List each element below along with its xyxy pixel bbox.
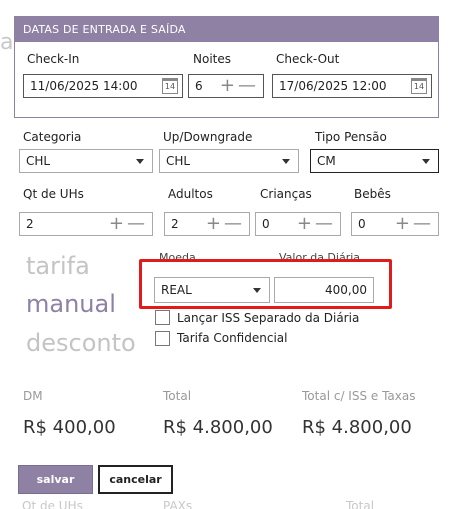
mode-desconto[interactable]: desconto (26, 329, 136, 357)
total-iss-value: R$ 4.800,00 (302, 417, 412, 438)
criancas-plus-minus-icon[interactable]: +— (297, 214, 336, 234)
criancas-stepper[interactable]: 0 +— (255, 212, 341, 236)
confidencial-label: Tarifa Confidencial (177, 331, 288, 345)
iss-label: Lançar ISS Separado da Diária (177, 311, 360, 325)
mode-manual[interactable]: manual (26, 290, 116, 318)
qtuhs-value: 2 (26, 217, 34, 231)
calendar-icon[interactable]: 14 (411, 78, 427, 94)
updown-label: Up/Downgrade (163, 130, 253, 144)
categoria-label: Categoria (23, 130, 82, 144)
dates-section: DATAS DE ENTRADA E SAÍDA Check-In 11/06/… (14, 16, 439, 118)
mode-tarifa[interactable]: tarifa (26, 252, 90, 280)
tariff-dialog: DATAS DE ENTRADA E SAÍDA Check-In 11/06/… (0, 0, 451, 509)
highlight-box (139, 259, 392, 309)
bebes-stepper[interactable]: 0 +— (351, 212, 439, 236)
calendar-icon[interactable]: 14 (162, 78, 178, 94)
pensao-value: CM (317, 154, 336, 168)
categoria-value: CHL (26, 154, 51, 168)
adultos-stepper[interactable]: 2 +— (164, 212, 250, 236)
total-iss-label: Total c/ ISS e Taxas (302, 389, 416, 403)
bebes-label: Bebês (354, 187, 391, 201)
adultos-plus-minus-icon[interactable]: +— (206, 214, 245, 234)
checkin-field[interactable]: 11/06/2025 14:00 14 (23, 74, 183, 98)
nights-label: Noites (193, 52, 231, 66)
dm-value: R$ 400,00 (23, 417, 116, 438)
chevron-down-icon (422, 159, 430, 164)
dm-label: DM (23, 389, 43, 403)
save-button[interactable]: salvar (18, 465, 93, 494)
nights-plus-minus-icon[interactable]: +— (220, 76, 259, 96)
qtuhs-label: Qt de UHs (23, 187, 84, 201)
qtuhs-plus-minus-icon[interactable]: +— (109, 214, 148, 234)
updown-value: CHL (166, 154, 191, 168)
cancel-button[interactable]: cancelar (98, 465, 173, 494)
checkout-value: 17/06/2025 12:00 (279, 79, 387, 93)
pensao-label: Tipo Pensão (315, 130, 387, 144)
total-label: Total (163, 389, 192, 403)
criancas-label: Crianças (260, 187, 312, 201)
iss-checkbox[interactable] (155, 310, 170, 325)
checkin-value: 11/06/2025 14:00 (30, 79, 138, 93)
nights-value: 6 (195, 79, 203, 93)
criancas-value: 0 (262, 217, 270, 231)
chevron-down-icon (136, 159, 144, 164)
chevron-down-icon (282, 159, 290, 164)
total-value: R$ 4.800,00 (163, 417, 273, 438)
dates-section-title: DATAS DE ENTRADA E SAÍDA (15, 17, 438, 42)
nights-stepper[interactable]: 6 +— (188, 74, 264, 98)
bebes-value: 0 (358, 217, 366, 231)
adultos-value: 2 (171, 217, 179, 231)
checkin-label: Check-In (27, 52, 80, 66)
bebes-plus-minus-icon[interactable]: +— (395, 214, 434, 234)
checkout-label: Check-Out (276, 52, 340, 66)
updown-select[interactable]: CHL (159, 149, 299, 173)
confidencial-checkbox[interactable] (155, 331, 170, 346)
qtuhs-stepper[interactable]: 2 +— (19, 212, 153, 236)
checkout-field[interactable]: 17/06/2025 12:00 14 (272, 74, 432, 98)
categoria-select[interactable]: CHL (19, 149, 153, 173)
adultos-label: Adultos (168, 187, 213, 201)
pensao-select[interactable]: CM (310, 149, 439, 173)
